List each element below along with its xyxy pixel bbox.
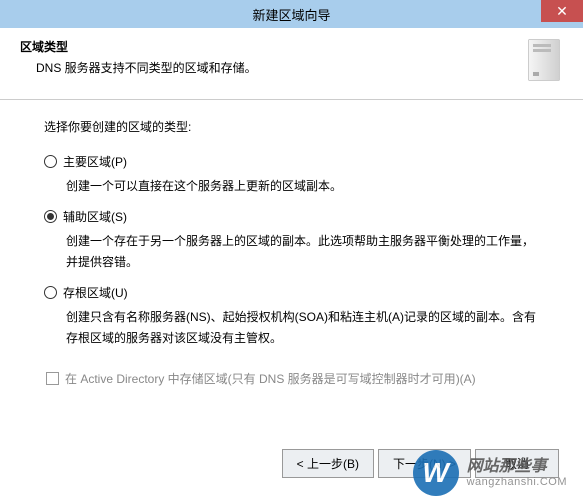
radio-icon[interactable] bbox=[44, 155, 57, 168]
instruction-text: 选择你要创建的区域的类型: bbox=[44, 118, 539, 135]
option-description: 创建一个存在于另一个服务器上的区域的副本。此选项帮助主服务器平衡处理的工作量，并… bbox=[66, 231, 539, 272]
titlebar: 新建区域向导 ✕ bbox=[0, 0, 583, 28]
ad-storage-checkbox-row: 在 Active Directory 中存储区域(只有 DNS 服务器是可写域控… bbox=[46, 370, 539, 387]
window-title: 新建区域向导 bbox=[252, 5, 330, 24]
server-icon bbox=[525, 36, 563, 84]
close-button[interactable]: ✕ bbox=[541, 0, 583, 22]
next-button[interactable]: 下一步(N) > bbox=[378, 449, 471, 478]
option-row: 辅助区域(S) bbox=[44, 208, 539, 225]
cancel-button[interactable]: 取消 bbox=[475, 449, 559, 478]
wizard-header: 区域类型 DNS 服务器支持不同类型的区域和存储。 bbox=[0, 28, 583, 100]
option-label: 辅助区域(S) bbox=[63, 208, 127, 225]
option-secondary-zone[interactable]: 辅助区域(S) 创建一个存在于另一个服务器上的区域的副本。此选项帮助主服务器平衡… bbox=[44, 208, 539, 272]
option-description: 创建只含有名称服务器(NS)、起始授权机构(SOA)和粘连主机(A)记录的区域的… bbox=[66, 307, 539, 348]
option-stub-zone[interactable]: 存根区域(U) 创建只含有名称服务器(NS)、起始授权机构(SOA)和粘连主机(… bbox=[44, 284, 539, 348]
checkbox-label: 在 Active Directory 中存储区域(只有 DNS 服务器是可写域控… bbox=[65, 370, 476, 387]
close-icon: ✕ bbox=[556, 3, 568, 20]
back-button[interactable]: < 上一步(B) bbox=[282, 449, 374, 478]
option-description: 创建一个可以直接在这个服务器上更新的区域副本。 bbox=[66, 176, 539, 196]
header-title: 区域类型 bbox=[20, 38, 563, 55]
option-primary-zone[interactable]: 主要区域(P) 创建一个可以直接在这个服务器上更新的区域副本。 bbox=[44, 153, 539, 196]
header-subtitle: DNS 服务器支持不同类型的区域和存储。 bbox=[36, 59, 563, 76]
radio-icon[interactable] bbox=[44, 210, 57, 223]
wizard-content: 选择你要创建的区域的类型: 主要区域(P) 创建一个可以直接在这个服务器上更新的… bbox=[0, 100, 583, 395]
checkbox-icon bbox=[46, 372, 59, 385]
header-text-block: 区域类型 DNS 服务器支持不同类型的区域和存储。 bbox=[20, 38, 563, 85]
option-label: 主要区域(P) bbox=[63, 153, 127, 170]
radio-icon[interactable] bbox=[44, 286, 57, 299]
wizard-button-row: < 上一步(B) 下一步(N) > 取消 bbox=[282, 449, 559, 478]
option-label: 存根区域(U) bbox=[63, 284, 128, 301]
option-row: 主要区域(P) bbox=[44, 153, 539, 170]
option-row: 存根区域(U) bbox=[44, 284, 539, 301]
